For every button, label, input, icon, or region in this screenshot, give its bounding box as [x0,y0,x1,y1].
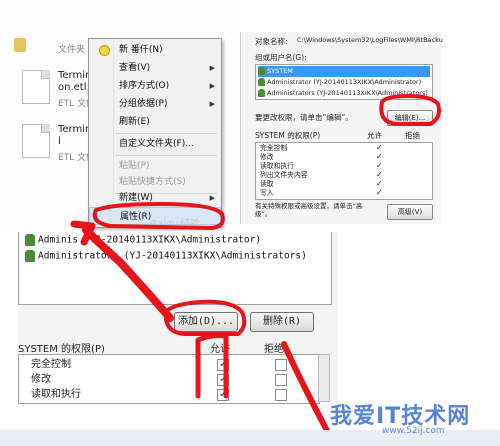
check-icon: ✓ [376,188,383,197]
deny-column-header: 拒绝 [264,344,284,355]
change-permissions-hint: 要更改权限，请单击“编辑”。 [255,113,353,122]
allow-column-header: 允许 [210,344,230,355]
perm-title: SYSTEM 的权限(P) [18,344,105,355]
submenu-arrow-icon: ▶ [209,194,215,202]
submenu-arrow-icon: ▶ [209,64,215,72]
deny-checkbox[interactable] [275,374,287,386]
list-item[interactable]: Administrators (YJ-20140113XIKX\Administ… [258,88,430,99]
table-row: 修改 [31,372,311,387]
menu-item-sort-by[interactable]: 排序方式(O) ▶ [89,77,221,95]
user-list[interactable]: Adminis (YJ-20140113XIKX\Administrator) … [18,232,332,305]
security-tab-panel: 对象名称: C:\Windows\System32\LogFiles\WMI\R… [240,32,443,224]
user-list[interactable]: SYSTEM Administrator (YJ-20140113XIKX\Ad… [255,64,433,100]
folder-icon [14,38,26,52]
submenu-arrow-icon: ▶ [209,100,215,108]
user-icon [258,67,265,75]
menu-item-view[interactable]: 查看(V) ▶ [89,59,221,77]
vertical-scrollbar[interactable] [318,354,330,402]
menu-item-new[interactable]: 新建(W) ▶ [89,189,221,207]
menu-separator [115,155,217,156]
context-menu: 新 番仟(N) 查看(V) ▶ 排序方式(O) ▶ 分组依据(P) ▶ 刷新(E… [88,38,222,228]
perm-label: 读取和执行 [31,389,81,400]
file-name-line2: on.etl [58,82,87,93]
table-row: 完全控制 [31,357,311,372]
menu-watermark: Baidu经验 [150,219,199,230]
deny-column-header: 拒绝 [405,131,420,140]
user-icon [258,78,265,86]
deny-checkbox[interactable] [275,359,287,371]
submenu-arrow-icon: ▶ [209,82,215,90]
deny-checkbox[interactable] [275,389,287,401]
allow-checkbox[interactable] [217,372,229,387]
file-icon [22,70,50,104]
file-name-line2: l [58,136,61,147]
permission-table: 完全控制 ✓ 修改 ✓ 读取和执行 ✓ 列出文件夹内容 ✓ 读取 ✓ 写入 ✓ [255,142,433,200]
folder-type-label: 文件夹 [58,45,86,55]
allow-checkbox[interactable] [217,387,229,401]
table-row: 读取和执行 [31,387,311,401]
allow-column-header: 允许 [367,131,382,140]
permission-table: 完全控制 修改 读取和执行 [18,354,320,404]
menu-item-customize-folder[interactable]: 自定义文件夹(F)... [89,135,221,153]
user-icon [25,250,35,262]
perm-label: 完全控制 [31,359,71,370]
object-name-label: 对象名称: [255,37,288,46]
list-item[interactable]: Administrator (YJ-20140113XIKX\Administr… [258,77,430,88]
list-item[interactable]: Administrators (YJ-20140113XIKX\Administ… [25,250,307,262]
edit-button[interactable]: 编辑(E)... [387,110,433,126]
table-row: 写入 ✓ [260,188,383,197]
menu-item-refresh[interactable]: 刷新(E) [89,113,221,131]
advanced-button[interactable]: 高级(V) [387,204,433,220]
list-item[interactable]: Adminis (YJ-20140113XIKX\Administrator) [25,234,261,246]
group-users-label: 组或用户名(G): [255,53,307,62]
menu-item-new-folder[interactable]: 新 番仟(N) [89,41,221,59]
lightbulb-icon [99,45,110,56]
menu-item-group-by[interactable]: 分组依据(P) ▶ [89,95,221,113]
object-path: C:\Windows\System32\LogFiles\WMI\RtBacku [297,36,443,44]
add-button[interactable]: 添加(D)... [174,312,238,332]
perm-label: 修改 [31,374,51,385]
file-icon [22,124,50,158]
perm-title: SYSTEM 的权限(P) [255,131,321,140]
site-watermark-url: www.52ij.com [382,426,445,436]
allow-checkbox[interactable] [217,357,229,372]
list-item[interactable]: SYSTEM [258,66,430,77]
menu-separator [115,133,217,134]
remove-button[interactable]: 删除(R) [250,312,314,332]
advanced-hint: 有关特殊权限或高级设置，请单击“高级”。 [255,202,363,218]
user-icon [25,234,35,246]
user-icon [258,89,265,97]
permissions-dialog: Adminis (YJ-20140113XIKX\Administrator) … [18,232,338,404]
